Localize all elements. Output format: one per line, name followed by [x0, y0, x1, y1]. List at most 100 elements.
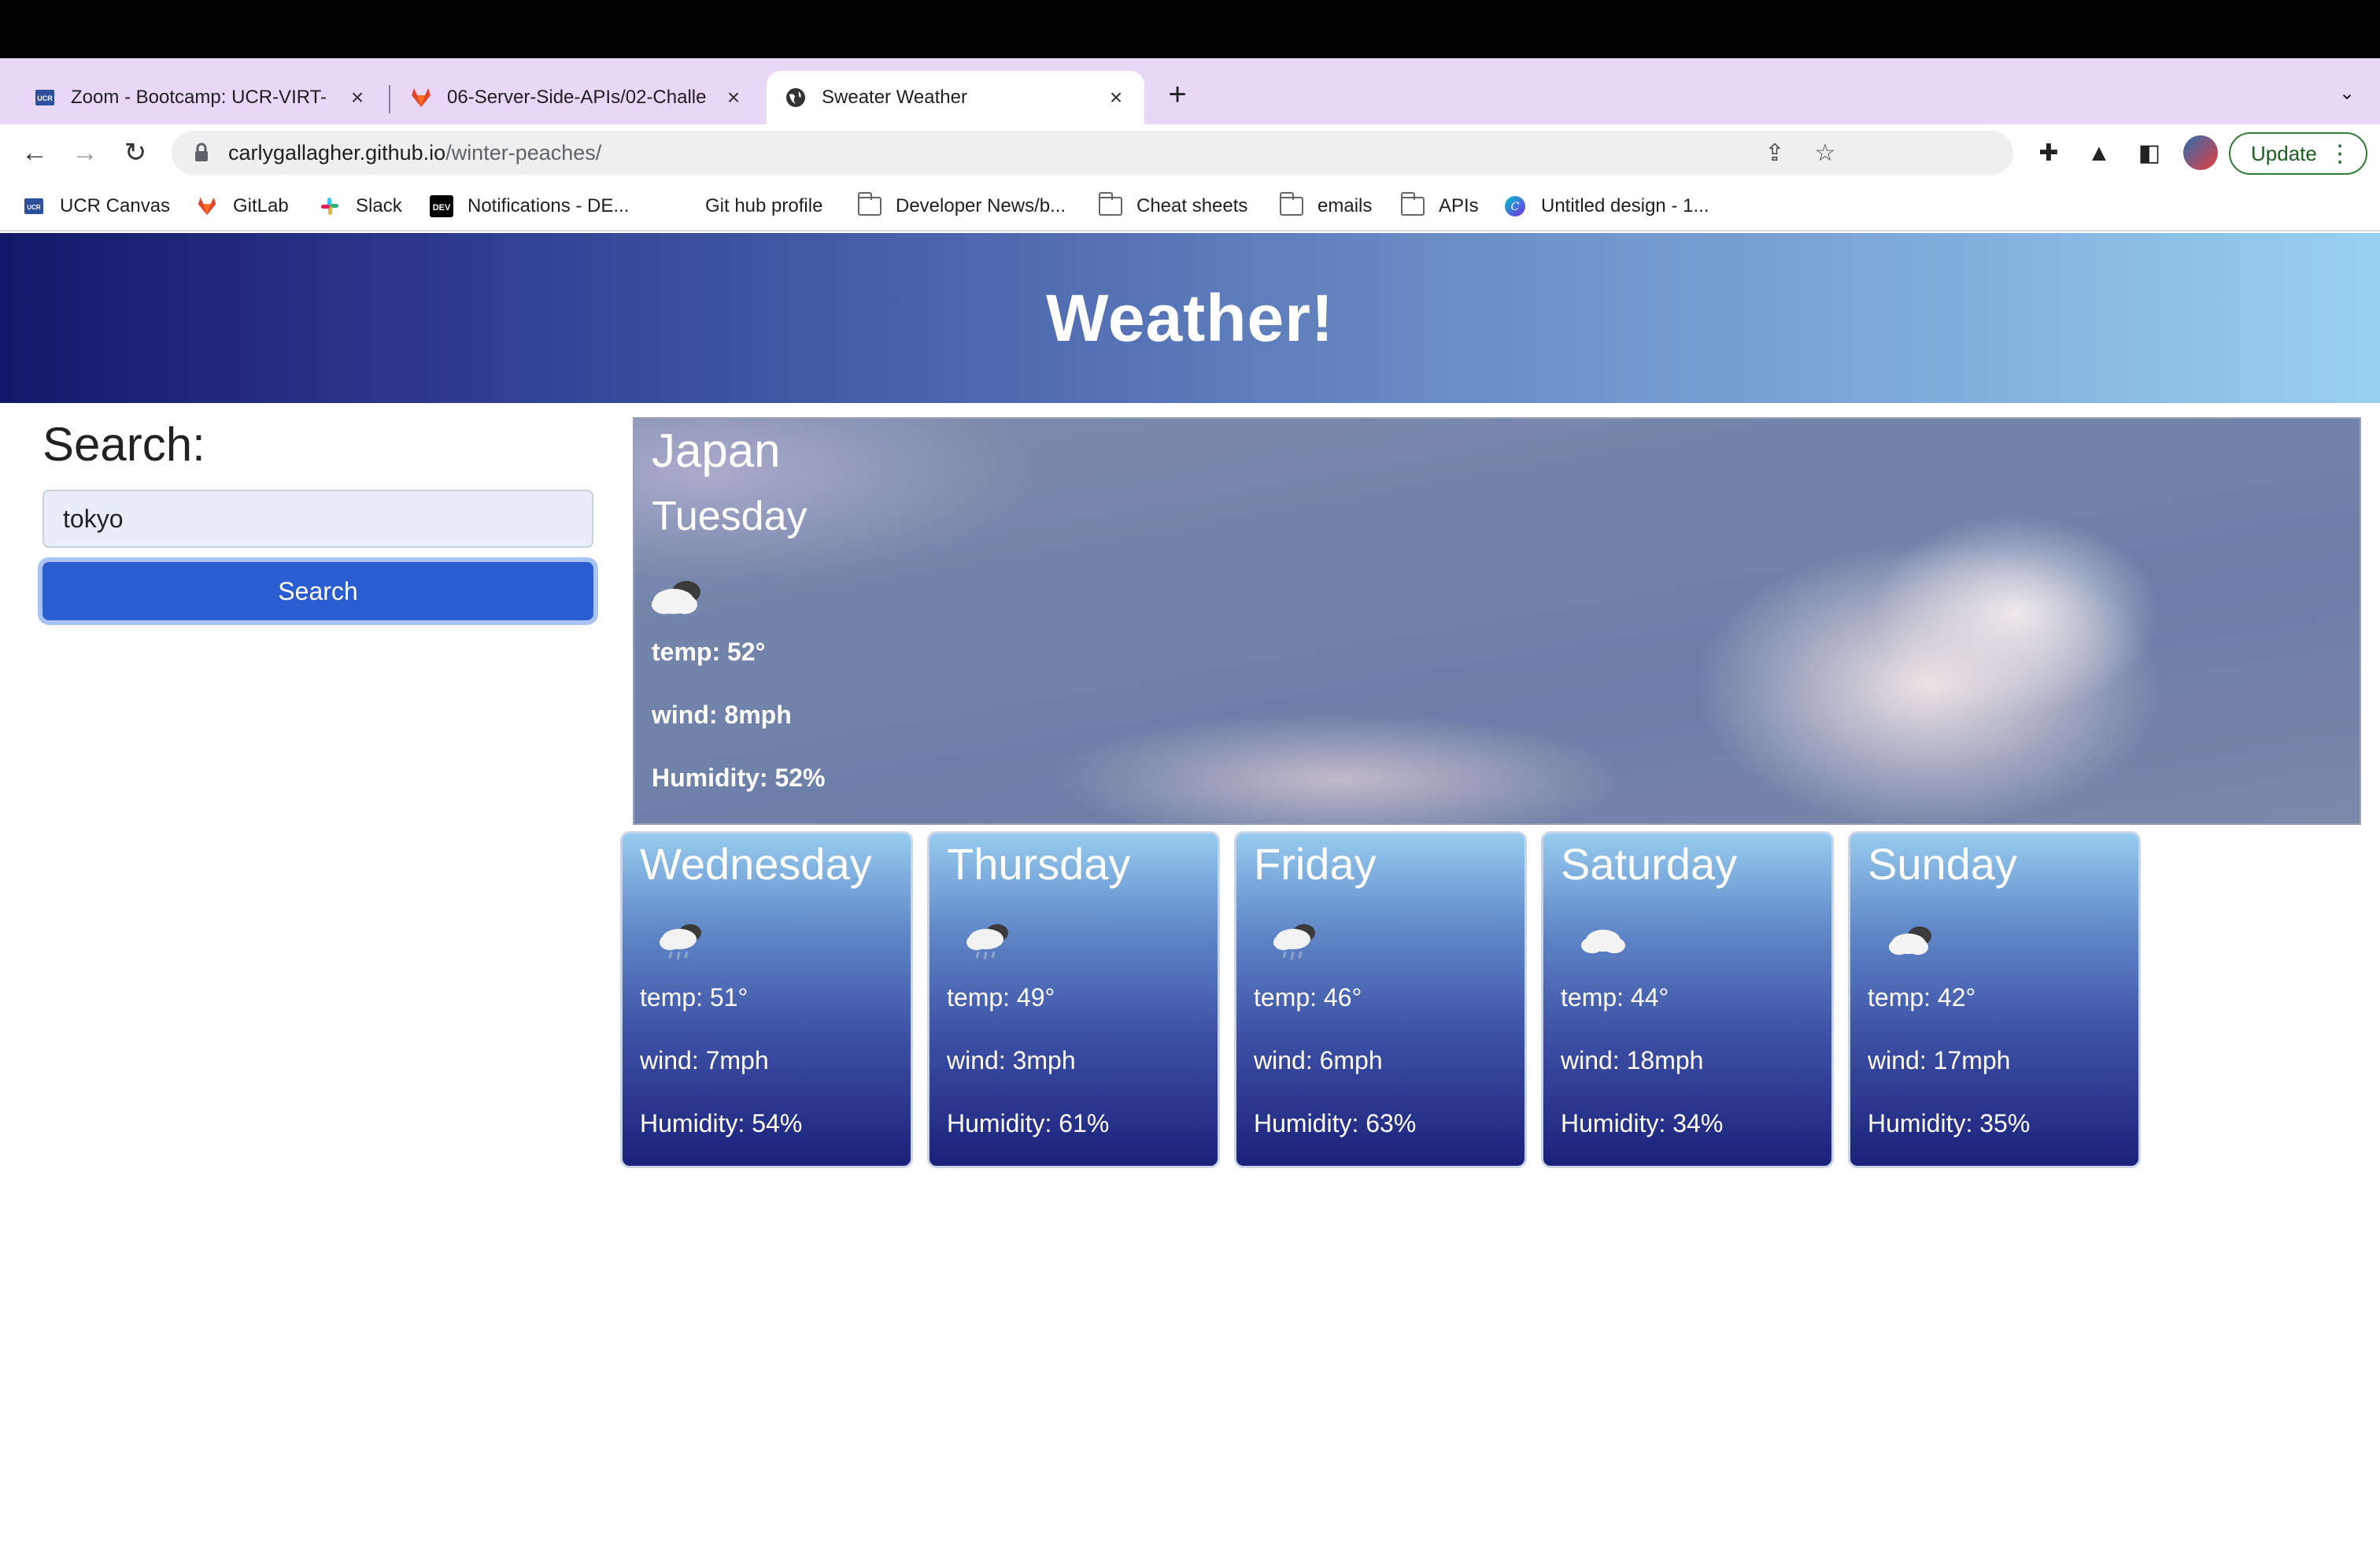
current-country: Japan: [652, 424, 781, 477]
current-weather-card: Japan Tuesday temp: 52° wind: 8mph Humid…: [633, 417, 2361, 825]
rain-cloud-icon: [654, 917, 711, 966]
current-wind: wind: 8mph: [652, 701, 792, 729]
back-arrow-icon[interactable]: ←: [16, 134, 54, 172]
forecast-day: Friday: [1254, 839, 1377, 889]
forecast-wind: wind: 18mph: [1561, 1046, 1704, 1074]
system-menu-bar: [0, 0, 2380, 58]
svg-text:UCR: UCR: [27, 204, 41, 211]
canva-icon: C: [1503, 194, 1527, 218]
bookmark-github-profile[interactable]: Git hub profile: [705, 190, 822, 222]
current-humidity: Humidity: 52%: [652, 764, 826, 792]
forecast-card: Friday temp: 46° wind: 6mph Humidity: 63…: [1234, 831, 1527, 1168]
svg-text:UCR: UCR: [37, 94, 53, 102]
forecast-card: Wednesday temp: 51° wind: 7mph Humidity:…: [620, 831, 913, 1168]
close-tab-icon[interactable]: ×: [721, 85, 746, 110]
forecast-wind: wind: 17mph: [1868, 1046, 2011, 1074]
tab-title: Zoom - Bootcamp: UCR-VIRT-: [71, 87, 327, 108]
bookmark-ucr-canvas[interactable]: UCR UCR Canvas: [22, 190, 170, 222]
forecast-wind: wind: 3mph: [947, 1046, 1076, 1074]
forecast-temp: temp: 44°: [1561, 983, 1669, 1012]
labs-flask-icon[interactable]: ▲: [2084, 139, 2114, 168]
bookmark-label: Slack: [356, 195, 402, 216]
current-temp: temp: 52°: [652, 638, 766, 666]
update-button[interactable]: Update ⋮: [2229, 132, 2367, 175]
url-host: carlygallagher.github.io: [228, 140, 446, 165]
tab-list-chevron-icon[interactable]: ⌄: [2333, 82, 2361, 110]
bookmark-label: Notifications - DE...: [468, 195, 630, 216]
tab-gitlab[interactable]: 06-Server-Side-APIs/02-Challe ×: [392, 71, 762, 124]
bookmark-label: emails: [1318, 195, 1373, 216]
bookmark-label: GitLab: [233, 195, 289, 216]
bookmark-label: UCR Canvas: [60, 195, 171, 216]
close-tab-icon[interactable]: ×: [1103, 85, 1129, 110]
bookmark-slack[interactable]: Slack: [318, 190, 402, 222]
profile-avatar[interactable]: [2183, 135, 2218, 170]
search-input[interactable]: [42, 490, 593, 548]
bookmark-folder-emails[interactable]: emails: [1280, 190, 1372, 222]
browser-toolbar: ← → ↻ carlygallagher.github.io/winter-pe…: [0, 124, 2380, 181]
close-tab-icon[interactable]: ×: [345, 85, 370, 110]
bookmark-folder-apis[interactable]: APIs: [1401, 190, 1479, 222]
ucr-icon: UCR: [22, 194, 46, 218]
bookmark-dev-notifications[interactable]: DEV Notifications - DE...: [430, 190, 629, 222]
forecast-card: Saturday temp: 44° wind: 18mph Humidity:…: [1541, 831, 1834, 1168]
svg-text:DEV: DEV: [433, 203, 451, 213]
partly-cloudy-icon: [645, 568, 708, 623]
bookmark-folder-cheat-sheets[interactable]: Cheat sheets: [1099, 190, 1247, 222]
forecast-humidity: Humidity: 61%: [947, 1109, 1110, 1137]
forecast-temp: temp: 49°: [947, 983, 1055, 1012]
dev-icon: DEV: [430, 194, 453, 218]
gitlab-icon: [195, 194, 219, 218]
bookmark-untitled-design[interactable]: C Untitled design - 1...: [1503, 190, 1709, 222]
gitlab-favicon-icon: [409, 86, 433, 109]
search-button[interactable]: Search: [42, 562, 593, 620]
slack-icon: [318, 194, 342, 218]
tab-title: Sweater Weather: [822, 87, 967, 108]
extensions-puzzle-icon[interactable]: ✚: [2034, 139, 2064, 168]
bookmark-label: Untitled design - 1...: [1541, 195, 1709, 216]
forecast-humidity: Humidity: 63%: [1254, 1109, 1417, 1137]
address-bar[interactable]: carlygallagher.github.io/winter-peaches/…: [172, 131, 2013, 175]
search-label: Search:: [42, 418, 205, 471]
bookmark-star-icon[interactable]: ☆: [1812, 140, 1839, 167]
cloud-icon: [1575, 917, 1632, 966]
forecast-humidity: Humidity: 34%: [1561, 1109, 1724, 1137]
forward-arrow-icon[interactable]: →: [66, 134, 104, 172]
update-label: Update: [2251, 141, 2317, 165]
bookmark-label: APIs: [1439, 195, 1479, 216]
page-title: Weather!: [1046, 280, 1334, 355]
side-panel-icon[interactable]: ◧: [2134, 139, 2164, 168]
tab-sweater-weather[interactable]: Sweater Weather ×: [767, 71, 1144, 124]
bookmarks-bar: UCR UCR Canvas GitLab Slack DEV Notifica…: [0, 181, 2380, 231]
current-day: Tuesday: [652, 494, 808, 539]
forecast-temp: temp: 51°: [640, 983, 748, 1012]
url-path: /winter-peaches/: [445, 140, 602, 165]
new-tab-plus-icon[interactable]: +: [1160, 79, 1195, 113]
ucr-favicon-icon: UCR: [33, 86, 57, 109]
forecast-card: Thursday temp: 49° wind: 3mph Humidity: …: [927, 831, 1220, 1168]
page-header: Weather!: [0, 233, 2380, 403]
bookmark-gitlab[interactable]: GitLab: [195, 190, 289, 222]
forecast-card: Sunday temp: 42° wind: 17mph Humidity: 3…: [1848, 831, 2141, 1168]
url-text: carlygallagher.github.io/winter-peaches/: [228, 141, 601, 165]
reload-icon[interactable]: ↻: [116, 134, 154, 172]
bookmark-label: Git hub profile: [705, 195, 823, 216]
forecast-wind: wind: 6mph: [1254, 1046, 1383, 1074]
folder-icon: [1099, 192, 1122, 218]
forecast-humidity: Humidity: 35%: [1868, 1109, 2031, 1137]
forecast-wind: wind: 7mph: [640, 1046, 769, 1074]
forecast-day: Sunday: [1868, 839, 2017, 889]
rain-cloud-icon: [1268, 917, 1325, 966]
bookmark-folder-developer-news[interactable]: Developer News/b...: [858, 190, 1066, 222]
bookmark-label: Developer News/b...: [896, 195, 1066, 216]
tab-title: 06-Server-Side-APIs/02-Challe: [447, 87, 707, 108]
forecast-temp: temp: 46°: [1254, 983, 1362, 1012]
globe-favicon-icon: [784, 86, 808, 109]
partly-cloudy-icon: [1882, 917, 1938, 966]
menu-dots-icon[interactable]: ⋮: [2328, 140, 2352, 168]
share-icon[interactable]: ⇪: [1761, 140, 1788, 167]
forecast-day: Saturday: [1561, 839, 1738, 889]
lock-icon: [192, 142, 211, 164]
bookmark-label: Cheat sheets: [1136, 195, 1248, 216]
tab-zoom[interactable]: UCR Zoom - Bootcamp: UCR-VIRT- ×: [16, 71, 386, 124]
